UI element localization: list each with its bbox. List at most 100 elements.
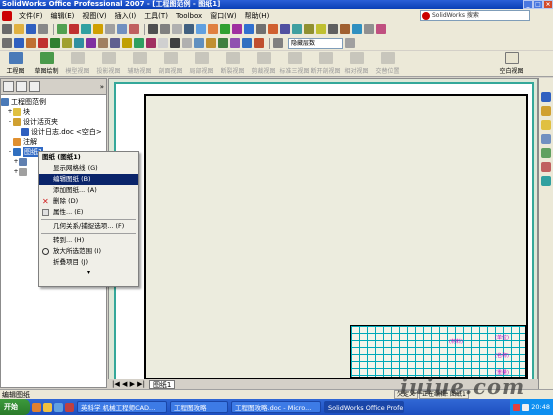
options-icon[interactable] [81,24,91,34]
save-icon[interactable] [26,24,36,34]
cmd-alternate-position[interactable]: 交替位置 [372,51,403,76]
close-button[interactable]: × [543,0,553,9]
appearances-icon[interactable] [541,162,551,172]
menu-item-properties[interactable]: 属性... (E) [39,207,138,218]
new-icon[interactable] [2,24,12,34]
point-icon[interactable] [74,38,84,48]
cmd-broken-view[interactable]: 断裂视图 [217,51,248,76]
cmd-broken-out-section[interactable]: 断开剖视图 [310,51,341,76]
center-mark-icon[interactable] [292,24,302,34]
quicklaunch-app-icon[interactable] [65,402,74,412]
note-icon[interactable] [232,24,242,34]
cmd-section-view[interactable]: 剖面视图 [155,51,186,76]
move-entities-icon[interactable] [194,38,204,48]
menu-help[interactable]: 帮助(H) [241,11,274,21]
cmd-model-view[interactable]: 模型视图 [62,51,93,76]
tray-volume-icon[interactable] [522,403,530,411]
tab-property-manager[interactable] [16,81,27,92]
menu-view[interactable]: 视图(V) [78,11,110,21]
drawing-sheet[interactable]: (材料) (单位) (名称) (重量) [144,94,528,380]
view-palette-icon[interactable] [541,148,551,158]
select-icon[interactable] [2,38,12,48]
block-icon[interactable] [352,24,362,34]
quicklaunch-browser-icon[interactable] [32,402,41,412]
undo-icon[interactable] [57,24,67,34]
circular-pattern-icon[interactable] [182,38,192,48]
smart-dimension-icon[interactable] [242,38,252,48]
tree-root[interactable]: 工程图范例 [1,97,106,107]
rebuild-icon[interactable] [69,24,79,34]
hole-callout-icon[interactable] [316,24,326,34]
tree-item-design-binder[interactable]: - 设计活页夹 [1,117,106,127]
maximize-button[interactable]: □ [533,0,543,9]
start-button[interactable]: 开始 [0,399,30,415]
arc-icon[interactable] [50,38,60,48]
chevron-right-icon[interactable]: » [100,83,104,91]
tree-item-blocks[interactable]: + 块 [1,107,106,117]
tab-feature-tree[interactable] [3,81,14,92]
area-hatch-icon[interactable] [364,24,374,34]
fillet-icon[interactable] [98,38,108,48]
weld-symbol-icon[interactable] [268,24,278,34]
title-block[interactable]: (材料) (单位) (名称) (重量) [350,325,526,378]
solidworks-search-field[interactable]: SolidWorks 搜索 [420,10,530,21]
tray-ime-icon[interactable] [513,403,521,411]
menu-window[interactable]: 窗口(W) [206,11,240,21]
add-relation-icon[interactable] [254,38,264,48]
design-library-icon[interactable] [541,106,551,116]
datum-icon[interactable] [280,24,290,34]
task-folder[interactable]: 工程图攻略 [170,401,228,413]
cmd-standard-3-view[interactable]: 标准三视图 [279,51,310,76]
tree-item-design-journal[interactable]: 设计日志.doc <空白> [1,127,106,137]
tree-item-annotations[interactable]: 注解 [1,137,106,147]
menu-item-edit-sheet[interactable]: 编辑图纸 (B) [39,174,138,185]
cmd-relative-view[interactable]: 相对视图 [341,51,372,76]
cmd-projected-view[interactable]: 投影视图 [93,51,124,76]
extend-icon[interactable] [146,38,156,48]
linear-pattern-icon[interactable] [170,38,180,48]
file-explorer-icon[interactable] [541,120,551,130]
mirror-icon[interactable] [158,38,168,48]
task-word[interactable]: 工程图攻略.doc - Micro... [231,401,321,413]
centerline-sketch-icon[interactable] [86,38,96,48]
cmd-auxiliary-view[interactable]: 辅助视图 [124,51,155,76]
layer-combo[interactable]: 隐藏层数 [288,37,343,49]
zoom-area-icon[interactable] [105,24,115,34]
view-orientation-icon[interactable] [196,24,206,34]
balloon-icon[interactable] [244,24,254,34]
revision-icon[interactable] [340,24,350,34]
cmd-detail-view[interactable]: 局部视图 [186,51,217,76]
shaded-icon[interactable] [172,24,182,34]
trim-icon[interactable] [134,38,144,48]
cmd-crop-view[interactable]: 剪裁视图 [248,51,279,76]
menu-file[interactable]: 文件(F) [15,11,47,21]
scale-entities-icon[interactable] [218,38,228,48]
menu-item-show-grid[interactable]: 显示网格线 (G) [39,163,138,174]
lighting-icon[interactable] [208,24,218,34]
print-icon[interactable] [38,24,48,34]
cmd-empty-view[interactable]: 空白视图 [496,51,527,76]
menu-item-add-sheet[interactable]: 添加图纸... (A) [39,185,138,196]
magnetic-line-icon[interactable] [376,24,386,34]
tab-first-arrow[interactable]: |◀ ◀ ▶ ▶| [112,380,145,388]
task-solidworks[interactable]: SolidWorks Office Profes... [324,401,404,413]
tab-configuration-manager[interactable] [29,81,40,92]
search-pane-icon[interactable] [541,134,551,144]
menu-item-zoom-selection[interactable]: 放大所选范围 (I) [39,246,138,257]
zoom-in-icon[interactable] [117,24,127,34]
menu-toolbox[interactable]: Toolbox [172,12,206,20]
cmd-drawing[interactable]: 工程图 [0,51,31,76]
surface-finish-icon[interactable] [256,24,266,34]
line-icon[interactable] [14,38,24,48]
menu-insert[interactable]: 插入(I) [111,11,141,21]
layer-properties-icon[interactable] [273,38,283,48]
quicklaunch-folder-icon[interactable] [43,402,52,412]
minimize-button[interactable]: _ [523,0,533,9]
section-view-icon[interactable] [184,24,194,34]
menu-item-delete[interactable]: ✕ 删除 (D) [39,196,138,207]
tab-sheet1[interactable]: 图纸1 [148,379,176,389]
offset-icon[interactable] [122,38,132,48]
solidworks-resources-icon[interactable] [541,92,551,102]
chamfer-icon[interactable] [110,38,120,48]
graphics-area[interactable]: (材料) (单位) (名称) (重量) [108,78,538,390]
